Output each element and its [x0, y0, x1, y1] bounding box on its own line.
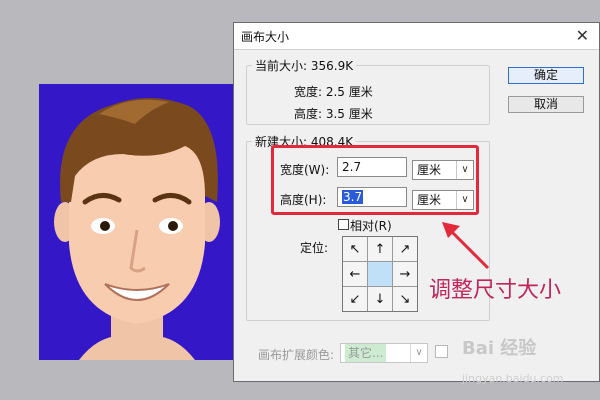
- anchor-label: 定位:: [300, 241, 329, 255]
- cancel-button[interactable]: 取消: [508, 96, 584, 113]
- extension-color-label: 画布扩展颜色:: [258, 348, 335, 362]
- chevron-down-icon: ∨: [410, 344, 427, 362]
- anchor-bottom-left[interactable]: ↙: [343, 287, 367, 311]
- close-icon[interactable]: ✕: [576, 26, 589, 45]
- anchor-bottom[interactable]: ↓: [368, 287, 392, 311]
- relative-checkbox[interactable]: [338, 219, 349, 230]
- dialog-title: 画布大小: [241, 30, 290, 44]
- watermark-logo: Bai 经验: [462, 338, 537, 359]
- current-height-text: 高度: 3.5 厘米: [294, 107, 373, 121]
- cartoon-face-illustration: [39, 84, 235, 360]
- anchor-right[interactable]: →: [393, 262, 417, 286]
- anchor-top-right[interactable]: ↗: [393, 237, 417, 261]
- extension-color-select[interactable]: 其它... ∨: [340, 343, 428, 363]
- anchor-top-left[interactable]: ↖: [343, 237, 367, 261]
- anchor-center[interactable]: [368, 262, 392, 286]
- relative-label: 相对(R): [350, 219, 392, 233]
- anchor-bottom-right[interactable]: ↘: [393, 287, 417, 311]
- anchor-grid: ↖ ↑ ↗ ← → ↙ ↓ ↘: [342, 236, 418, 312]
- anchor-left[interactable]: ←: [343, 262, 367, 286]
- anchor-top[interactable]: ↑: [368, 237, 392, 261]
- ok-button[interactable]: 确定: [508, 67, 584, 84]
- extension-color-value: 其它...: [345, 344, 387, 362]
- annotation-arrow-icon: [442, 222, 490, 270]
- title-bar: 画布大小 ✕: [234, 23, 599, 50]
- size-highlight-box: [271, 145, 479, 215]
- current-size-label: 当前大小: 356.9K: [255, 59, 354, 73]
- canvas-size-dialog: 画布大小 ✕ 当前大小: 356.9K 宽度: 2.5 厘米 高度: 3.5 厘…: [233, 22, 600, 382]
- current-width-text: 宽度: 2.5 厘米: [294, 85, 373, 99]
- watermark-url: jingyan.baidu.com: [462, 372, 564, 385]
- annotation-text: 调整尺寸大小: [429, 278, 562, 303]
- extension-color-swatch[interactable]: [435, 345, 448, 358]
- portrait-image: [39, 84, 235, 360]
